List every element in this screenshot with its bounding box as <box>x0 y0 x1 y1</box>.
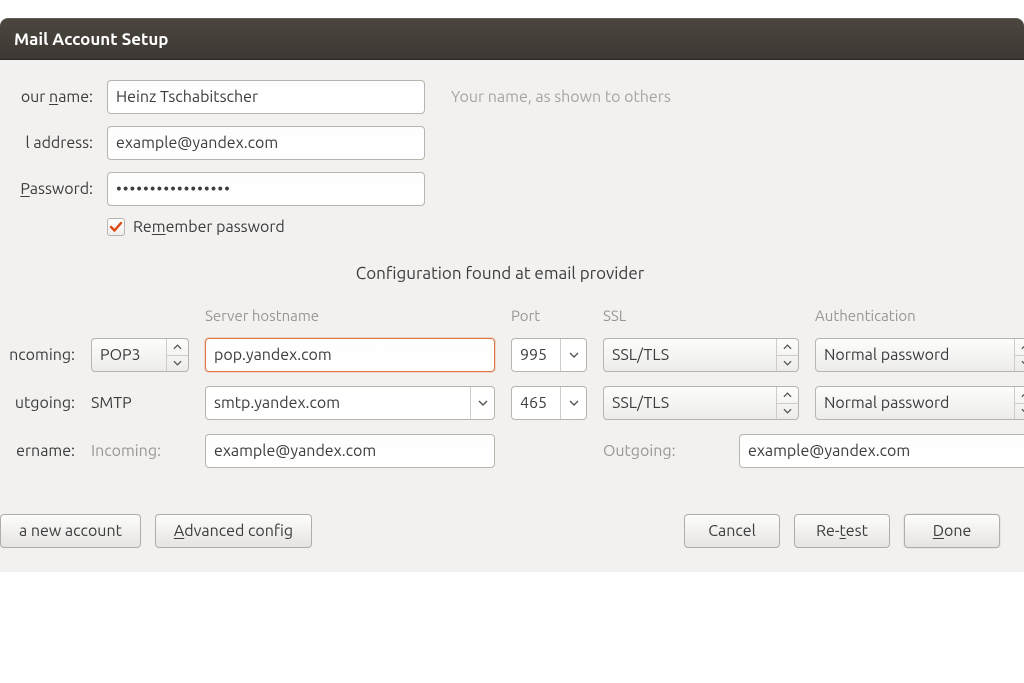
name-hint: Your name, as shown to others <box>439 88 1000 106</box>
chevron-down-icon <box>569 352 579 359</box>
chevron-down-icon <box>478 400 488 407</box>
protocol-step-up[interactable] <box>167 339 188 356</box>
auth-out-step-down[interactable] <box>1015 404 1024 420</box>
incoming-ssl-value: SSL/TLS <box>604 340 776 370</box>
outgoing-ssl-select[interactable]: SSL/TLS <box>603 386 799 420</box>
ssl-step-up[interactable] <box>777 339 798 356</box>
incoming-protocol-value: POP3 <box>92 340 166 370</box>
outgoing-port-combo[interactable]: 465 <box>511 386 587 420</box>
outgoing-auth-select[interactable]: Normal password <box>815 386 1024 420</box>
chevron-down-icon <box>783 360 792 366</box>
ssl-out-step-up[interactable] <box>777 387 798 404</box>
mail-account-setup-dialog: Mail Account Setup our name: Your name, … <box>0 0 1024 683</box>
config-status: Configuration found at email provider <box>0 264 1000 283</box>
auth-step-down[interactable] <box>1015 356 1024 372</box>
outgoing-protocol: SMTP <box>91 394 189 412</box>
outgoing-auth-value: Normal password <box>816 388 1014 418</box>
email-input[interactable] <box>107 126 425 160</box>
outgoing-label: utgoing: <box>0 394 75 412</box>
incoming-port-dropdown[interactable] <box>560 339 586 371</box>
incoming-port-value: 995 <box>512 340 560 370</box>
server-config-grid: Server hostname Port SSL Authentication … <box>0 307 1000 420</box>
chevron-up-icon <box>783 344 792 350</box>
chevron-down-icon <box>173 360 182 366</box>
check-icon <box>109 220 123 234</box>
incoming-hostname-input[interactable] <box>205 338 495 372</box>
username-incoming-label: Incoming: <box>91 442 189 460</box>
auth-out-step-up[interactable] <box>1015 387 1024 404</box>
chevron-down-icon <box>569 400 579 407</box>
outgoing-port-value: 465 <box>512 388 560 418</box>
protocol-stepper <box>166 339 188 371</box>
username-row: ername: Incoming: Outgoing: <box>0 434 1000 468</box>
auth-stepper <box>1014 339 1024 371</box>
incoming-port-combo[interactable]: 995 <box>511 338 587 372</box>
password-label: Password: <box>0 180 93 198</box>
incoming-protocol-select[interactable]: POP3 <box>91 338 189 372</box>
button-bar: a new account Advanced config Cancel Re-… <box>0 514 1000 548</box>
remember-password-checkbox[interactable] <box>107 218 125 236</box>
cancel-button[interactable]: Cancel <box>684 514 780 548</box>
identity-form: our name: Your name, as shown to others … <box>0 80 1000 236</box>
outgoing-hostname-combo[interactable] <box>205 386 495 420</box>
incoming-ssl-select[interactable]: SSL/TLS <box>603 338 799 372</box>
username-outgoing-label: Outgoing: <box>603 442 723 460</box>
col-server: Server hostname <box>205 307 495 324</box>
auth-out-stepper <box>1014 387 1024 419</box>
outgoing-port-dropdown[interactable] <box>560 387 586 419</box>
ssl-stepper <box>776 339 798 371</box>
chevron-down-icon <box>783 408 792 414</box>
chevron-up-icon <box>173 344 182 350</box>
retest-button[interactable]: Re-test <box>794 514 890 548</box>
username-outgoing-input[interactable] <box>739 434 1024 468</box>
titlebar[interactable]: Mail Account Setup <box>0 18 1024 60</box>
incoming-auth-select[interactable]: Normal password <box>815 338 1024 372</box>
col-ssl: SSL <box>603 307 799 324</box>
chevron-up-icon <box>783 392 792 398</box>
dialog-window: Mail Account Setup our name: Your name, … <box>0 18 1024 572</box>
ssl-out-stepper <box>776 387 798 419</box>
name-label: our name: <box>0 88 93 106</box>
ssl-step-down[interactable] <box>777 356 798 372</box>
incoming-auth-value: Normal password <box>816 340 1014 370</box>
auth-step-up[interactable] <box>1015 339 1024 356</box>
email-label: l address: <box>0 134 93 152</box>
outgoing-hostname-input[interactable] <box>206 387 470 419</box>
col-auth: Authentication <box>815 307 1024 324</box>
dialog-body: our name: Your name, as shown to others … <box>0 60 1024 572</box>
ssl-out-step-down[interactable] <box>777 404 798 420</box>
incoming-label: ncoming: <box>0 346 75 364</box>
advanced-config-button[interactable]: Advanced config <box>155 514 312 548</box>
protocol-step-down[interactable] <box>167 356 188 372</box>
password-input[interactable] <box>107 172 425 206</box>
username-incoming-input[interactable] <box>205 434 495 468</box>
window-title: Mail Account Setup <box>14 30 169 49</box>
outgoing-hostname-dropdown[interactable] <box>470 387 494 419</box>
outgoing-ssl-value: SSL/TLS <box>604 388 776 418</box>
remember-password-label: Remember password <box>133 218 285 236</box>
done-button[interactable]: Done <box>904 514 1000 548</box>
col-port: Port <box>511 307 587 324</box>
username-label: ername: <box>0 442 75 460</box>
new-account-button[interactable]: a new account <box>0 514 141 548</box>
name-input[interactable] <box>107 80 425 114</box>
